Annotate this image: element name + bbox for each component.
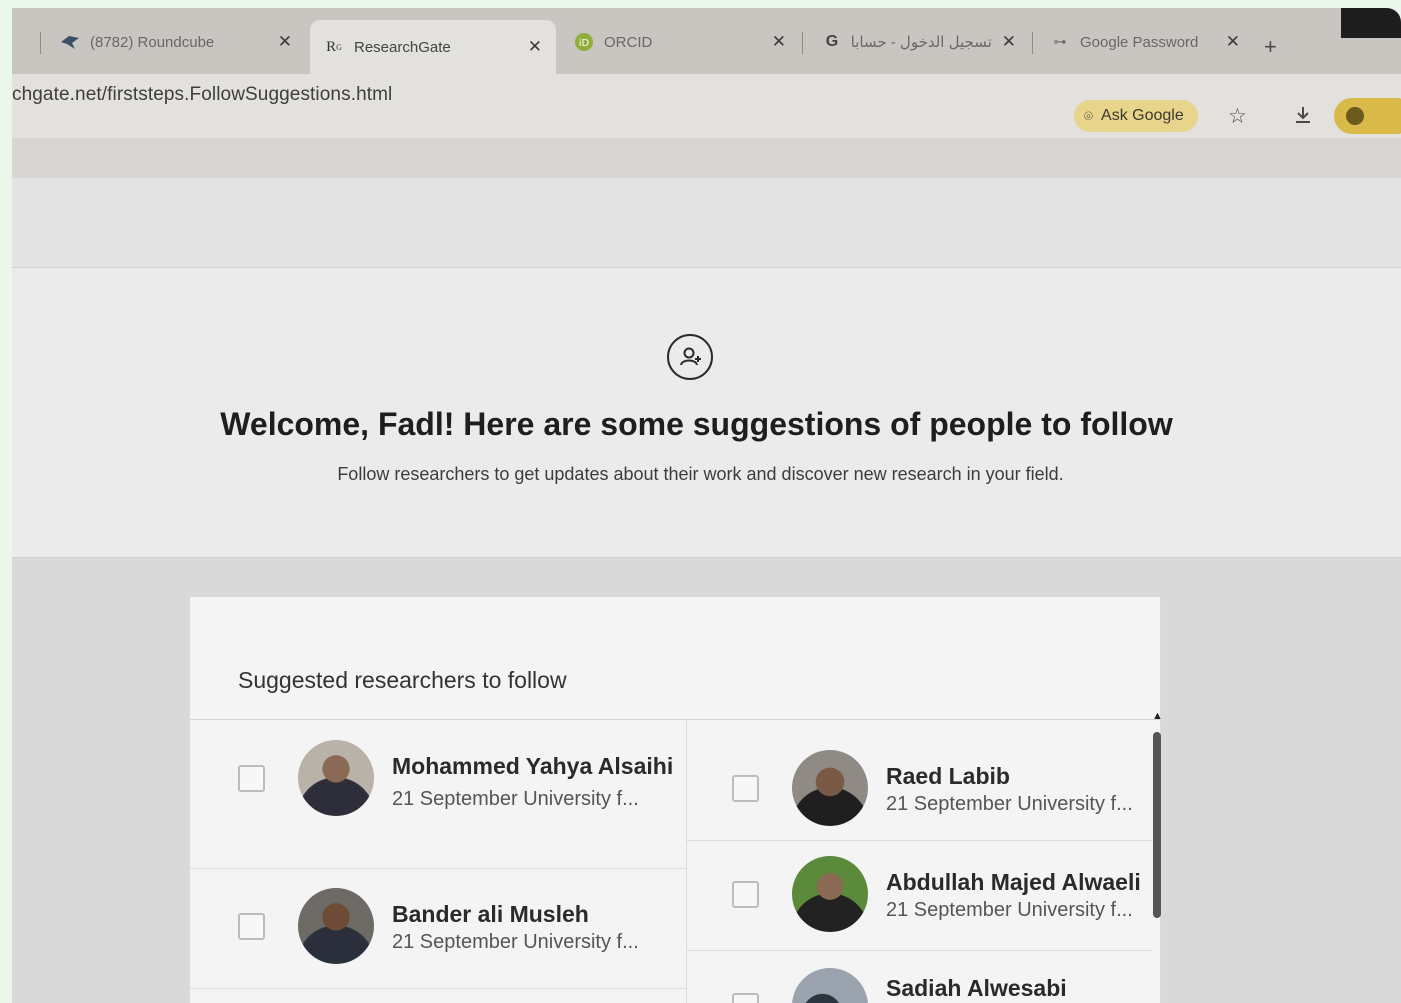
profile-button[interactable] (1334, 98, 1401, 134)
avatar (792, 968, 868, 1003)
researcher-item: Mohammed Yahya Alsaihi 21 September Univ… (238, 740, 678, 816)
suggestions-card: Suggested researchers to follow Mohammed… (189, 596, 1163, 1003)
tab-separator (1032, 32, 1033, 54)
researcher-name[interactable]: Bander ali Musleh (392, 898, 678, 930)
scrollbar-thumb[interactable] (1153, 732, 1161, 918)
researcher-name[interactable]: Raed Labib (886, 760, 1152, 792)
close-icon[interactable]: ✕ (528, 37, 542, 57)
toolbar: chgate.net/firststeps.FollowSuggestions.… (12, 74, 1401, 138)
researcher-affiliation: 21 September University f... (392, 787, 639, 810)
google-lens-icon: ⌾ (1084, 107, 1094, 125)
tab-orcid[interactable]: iD ORCID ✕ (560, 20, 800, 64)
researcher-info: Abdullah Majed Alwaeli 21 September Univ… (886, 866, 1152, 921)
researchgate-icon: RG (326, 38, 342, 55)
divider (190, 719, 1160, 720)
avatar (298, 888, 374, 964)
avatar (792, 750, 868, 826)
follow-checkbox[interactable] (732, 774, 759, 802)
roundcube-bird-icon (60, 32, 80, 52)
row-divider (190, 868, 686, 869)
close-icon[interactable]: ✕ (278, 32, 292, 52)
tab-title: (8782) Roundcube (90, 33, 215, 51)
tab-title: ORCID (604, 33, 653, 51)
follow-checkbox[interactable] (238, 764, 265, 792)
avatar (298, 740, 374, 816)
tab-strip: (8782) Roundcube ✕ RG ResearchGate ✕ iD … (12, 8, 1401, 74)
close-icon[interactable]: ✕ (772, 32, 786, 52)
researcher-info: Sadiah Alwesabi (886, 968, 1152, 1003)
follow-checkbox[interactable] (732, 992, 759, 1003)
page-header-band (12, 178, 1401, 268)
ask-google-button[interactable]: ⌾ Ask Google (1074, 100, 1198, 132)
browser-window: (8782) Roundcube ✕ RG ResearchGate ✕ iD … (12, 8, 1401, 1003)
orcid-icon: iD (574, 32, 594, 52)
address-bar[interactable]: chgate.net/firststeps.FollowSuggestions.… (12, 84, 392, 106)
researcher-item: Raed Labib 21 September University f... (732, 750, 1152, 826)
google-g-icon: G (825, 33, 839, 50)
page-title: Welcome, Fadl! Here are some suggestions… (220, 406, 1173, 442)
scroll-up-arrow-icon[interactable]: ▲ (1152, 710, 1163, 722)
tab-separator (802, 32, 803, 54)
researcher-name[interactable]: Sadiah Alwesabi (886, 972, 1152, 1003)
close-icon[interactable]: ✕ (1226, 32, 1240, 52)
bookmarks-bar (12, 138, 1401, 178)
new-tab-button[interactable]: + (1264, 34, 1277, 60)
download-icon[interactable] (1292, 104, 1314, 132)
svg-text:iD: iD (579, 38, 590, 49)
welcome-section: Welcome, Fadl! Here are some suggestions… (12, 268, 1401, 651)
column-divider (686, 720, 687, 1003)
researcher-affiliation: 21 September University f... (886, 792, 1133, 815)
researcher-name[interactable]: Abdullah Majed Alwaeli (886, 866, 1152, 898)
scrollbar[interactable]: ▲ (1152, 710, 1163, 918)
tab-google-password[interactable]: ⊶ Google Password ✕ (1036, 20, 1254, 64)
profile-avatar (1346, 107, 1364, 125)
researcher-affiliation: 21 September University f... (392, 930, 639, 953)
tab-title: تسجيل الدخول - حسابات (852, 34, 992, 51)
tab-roundcube[interactable]: (8782) Roundcube ✕ (46, 20, 306, 64)
page-subtitle: Follow researchers to get updates about … (337, 464, 1064, 484)
suggestions-area: Suggested researchers to follow Mohammed… (12, 558, 1401, 1003)
page-content: Welcome, Fadl! Here are some suggestions… (12, 178, 1401, 1003)
bookmark-star-icon[interactable]: ☆ (1228, 104, 1247, 129)
tab-title: Google Password (1080, 33, 1199, 51)
researcher-name[interactable]: Mohammed Yahya Alsaihi (392, 745, 678, 788)
researcher-info: Raed Labib 21 September University f... (886, 760, 1152, 815)
row-divider (687, 950, 1152, 951)
suggestions-title: Suggested researchers to follow (238, 667, 567, 693)
researcher-item: Sadiah Alwesabi (732, 968, 1152, 1003)
key-icon: ⊶ (1053, 34, 1067, 49)
row-divider (190, 988, 686, 989)
tab-google-signin[interactable]: G تسجيل الدخول - حسابات ✕ (808, 20, 1030, 64)
tab-researchgate[interactable]: RG ResearchGate ✕ (310, 20, 556, 74)
ask-google-label: Ask Google (1101, 107, 1184, 124)
tab-title: ResearchGate (354, 38, 451, 56)
researcher-info: Mohammed Yahya Alsaihi 21 September Univ… (392, 745, 678, 811)
follow-checkbox[interactable] (732, 880, 759, 908)
follow-checkbox[interactable] (238, 912, 265, 940)
add-person-icon (667, 334, 713, 380)
avatar (792, 856, 868, 932)
researcher-affiliation: 21 September University f... (886, 898, 1133, 921)
row-divider (687, 840, 1152, 841)
researcher-item: Bander ali Musleh 21 September Universit… (238, 888, 678, 964)
researcher-item: Abdullah Majed Alwaeli 21 September Univ… (732, 856, 1152, 932)
close-icon[interactable]: ✕ (1002, 32, 1016, 52)
researcher-info: Bander ali Musleh 21 September Universit… (392, 898, 678, 953)
tab-separator (40, 32, 41, 54)
